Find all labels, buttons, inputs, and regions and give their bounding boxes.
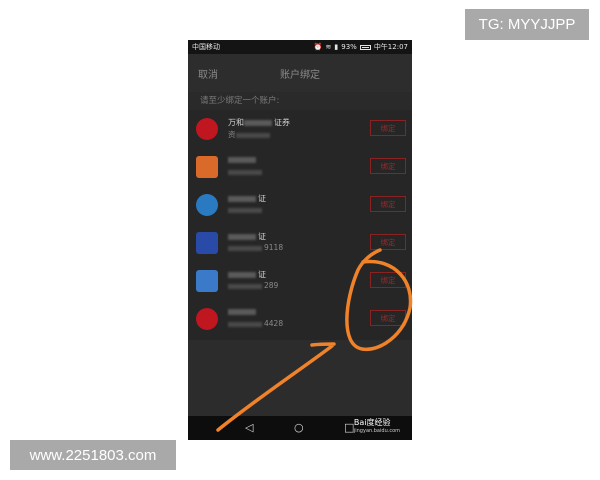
account-row: 万和 证券资 绑定: [188, 110, 412, 148]
clock: 中午12:07: [373, 43, 408, 51]
blurred-text: [228, 245, 262, 251]
status-icons: ⏰ ≋ ▮ 93% 中午12:07: [314, 42, 408, 52]
bind-button[interactable]: 绑定: [370, 196, 406, 212]
baidu-logo-text: Bai度经验: [353, 418, 391, 427]
bind-hint: 请至少绑定一个账户:: [188, 92, 412, 110]
battery-percent: 93%: [341, 43, 357, 51]
account-number: [228, 205, 264, 214]
bind-button[interactable]: 绑定: [370, 234, 406, 250]
broker-logo-icon: [196, 232, 218, 254]
account-number: 资: [228, 129, 272, 140]
bind-button[interactable]: 绑定: [370, 120, 406, 136]
account-name-suffix: 证: [258, 270, 266, 279]
bind-button[interactable]: 绑定: [370, 310, 406, 326]
blurred-text: [228, 233, 256, 240]
back-icon[interactable]: ◁: [245, 421, 253, 434]
baidu-logo: Bai度经验 jingyan.baidu.com: [354, 418, 400, 436]
account-number-suffix: 9118: [264, 243, 284, 252]
carrier-label: 中国移动: [192, 43, 220, 51]
account-name: [228, 155, 258, 164]
account-number: 4428: [228, 319, 283, 328]
home-icon[interactable]: ○: [294, 421, 304, 434]
account-name: 证: [228, 269, 266, 280]
account-name: 证: [228, 231, 266, 242]
status-bar: 中国移动 ⏰ ≋ ▮ 93% 中午12:07: [188, 40, 412, 54]
account-row: 证 9118 绑定: [188, 224, 412, 262]
wifi-icon: ≋: [325, 43, 332, 51]
blurred-text: [228, 308, 256, 315]
account-name-visible: 万和: [228, 118, 244, 127]
blurred-text: [228, 321, 262, 327]
blurred-text: [228, 207, 262, 213]
account-row: 证 289 绑定: [188, 262, 412, 300]
bind-button[interactable]: 绑定: [370, 158, 406, 174]
account-name-suffix: 证: [258, 194, 266, 203]
account-number: 9118: [228, 243, 283, 252]
phone-screen: 中国移动 ⏰ ≋ ▮ 93% 中午12:07 取消 账户绑定 请至少绑定一个账户…: [188, 40, 412, 440]
broker-logo-icon: [196, 118, 218, 140]
account-row: 证 绑定: [188, 186, 412, 224]
page-title: 账户绑定: [280, 70, 320, 81]
account-list: 万和 证券资绑定 绑定证绑定证 9118 绑定证 289 绑定 4428 绑定: [188, 110, 412, 340]
blurred-text: [244, 119, 272, 126]
battery-icon: [359, 44, 371, 50]
account-name-suffix: 证券: [274, 118, 290, 127]
blurred-text: [228, 169, 262, 175]
blurred-text: [228, 156, 256, 163]
broker-logo-icon: [196, 270, 218, 292]
signal-icon: ▮: [334, 43, 339, 51]
blurred-text: [228, 283, 262, 289]
watermark-bottom-left: www.2251803.com: [10, 440, 176, 470]
account-number: 289: [228, 281, 278, 290]
alarm-icon: ⏰: [313, 43, 323, 51]
account-number: [228, 167, 264, 176]
account-row: 绑定: [188, 148, 412, 186]
account-name: 证: [228, 193, 266, 204]
account-name: 万和 证券: [228, 117, 290, 128]
account-row: 4428 绑定: [188, 300, 412, 338]
blurred-text: [235, 132, 270, 138]
account-name: [228, 307, 258, 316]
broker-logo-icon: [196, 194, 218, 216]
bind-button[interactable]: 绑定: [370, 272, 406, 288]
baidu-url: jingyan.baidu.com: [353, 428, 400, 434]
broker-logo-icon: [196, 156, 218, 178]
watermark-top-right: TG: MYYJJPP: [465, 9, 589, 40]
broker-logo-icon: [196, 308, 218, 330]
account-number-suffix: 289: [264, 281, 279, 290]
account-number-suffix: 4428: [264, 319, 284, 328]
recent-apps-icon[interactable]: □: [344, 421, 354, 434]
blurred-text: [228, 195, 256, 202]
blurred-text: [228, 271, 256, 278]
navigation-bar: ◁ ○ □ Bai度经验 jingyan.baidu.com: [188, 416, 412, 440]
account-name-suffix: 证: [258, 232, 266, 241]
account-number-visible: 资: [228, 130, 236, 139]
top-bar: 取消 账户绑定: [188, 54, 412, 92]
